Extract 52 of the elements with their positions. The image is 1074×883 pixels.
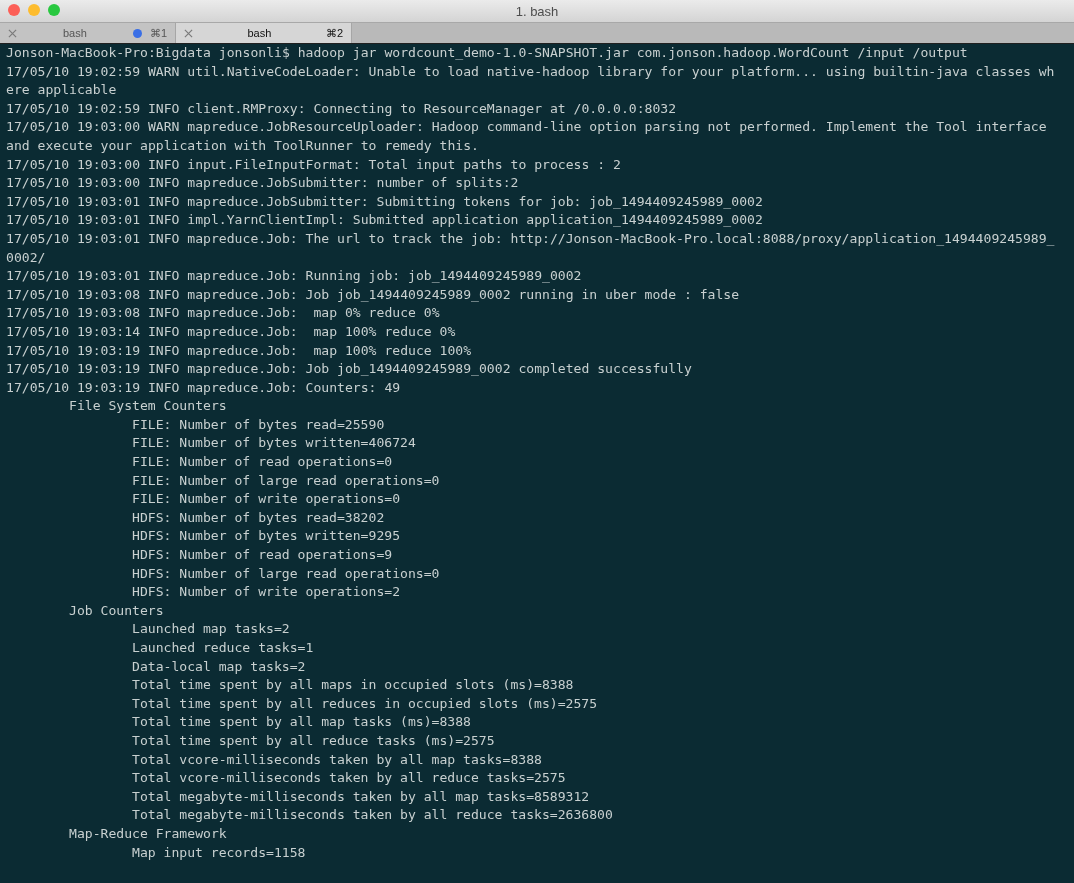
close-icon[interactable] — [184, 28, 193, 38]
counter-line: FILE: Number of write operations=0 — [132, 490, 401, 509]
counter-line: Data-local map tasks=2 — [132, 657, 306, 676]
counter-line: Total time spent by all maps in occupied slots (ms)=8388 — [132, 676, 574, 695]
output-line: and execute your application with ToolRunner to remedy this. — [6, 136, 479, 155]
counter-line: FILE: Number of large read operations=0 — [132, 471, 440, 490]
output-line: 17/05/10 19:03:01 INFO mapreduce.Job: The url to track the job: http://Jonson-MacBook-Pro.local:8088/proxy/application_1494409245989_ — [6, 229, 1055, 248]
output-line: 17/05/10 19:03:19 INFO mapreduce.Job: Counters: 49 — [6, 378, 401, 397]
output-line: 17/05/10 19:03:19 INFO mapreduce.Job: Job job_1494409245989_0002 completed successfully — [6, 360, 692, 379]
output-line: 17/05/10 19:03:01 INFO impl.YarnClientImpl: Submitted application application_1494409245989_0002 — [6, 211, 763, 230]
counter-line: Total vcore-milliseconds taken by all map tasks=8388 — [132, 750, 542, 769]
window-title: 1. bash — [515, 3, 559, 19]
counter-line: Total time spent by all reduces in occupied slots (ms)=2575 — [132, 694, 598, 713]
counter-line: Total megabyte-milliseconds taken by all reduce tasks=2636800 — [132, 806, 613, 825]
counter-group-title: Job Counters — [69, 601, 164, 620]
counter-line: FILE: Number of bytes read=25590 — [132, 415, 385, 434]
counter-line: HDFS: Number of write operations=2 — [132, 583, 401, 602]
output-line: 17/05/10 19:03:01 INFO mapreduce.JobSubmitter: Submitting tokens for job: job_1494409245989_0002 — [6, 192, 763, 211]
minimize-button[interactable] — [28, 4, 40, 16]
output-line: ere applicable — [6, 81, 117, 100]
output-line: 17/05/10 19:03:01 INFO mapreduce.Job: Running job: job_1494409245989_0002 — [6, 267, 582, 286]
counter-line: HDFS: Number of read operations=9 — [132, 546, 393, 565]
output-line: 17/05/10 19:03:00 WARN mapreduce.JobResourceUploader: Hadoop command-line option parsing not performed. Implement the Tool interface — [6, 118, 1047, 137]
output-line: 17/05/10 19:02:59 WARN util.NativeCodeLoader: Unable to load native-hadoop library for your platform... using builtin-java classes wh — [6, 62, 1055, 81]
close-button[interactable] — [8, 4, 20, 16]
counter-line: HDFS: Number of bytes read=38202 — [132, 508, 385, 527]
output-line: 17/05/10 19:03:00 INFO input.FileInputFormat: Total input paths to process : 2 — [6, 155, 621, 174]
output-line: 0002/ — [6, 248, 46, 267]
counter-line: HDFS: Number of large read operations=0 — [132, 564, 440, 583]
output-line: 17/05/10 19:02:59 INFO client.RMProxy: Connecting to ResourceManager at /0.0.0.0:8032 — [6, 99, 677, 118]
zoom-button[interactable] — [48, 4, 60, 16]
counter-line: Total vcore-milliseconds taken by all reduce tasks=2575 — [132, 769, 566, 788]
counter-line: FILE: Number of read operations=0 — [132, 453, 393, 472]
output-line: 17/05/10 19:03:08 INFO mapreduce.Job: Job job_1494409245989_0002 running in uber mode : false — [6, 285, 740, 304]
tab[interactable]: bash ⌘1 — [0, 23, 176, 43]
counter-line: FILE: Number of bytes written=406724 — [132, 434, 416, 453]
counter-line: Map input records=1158 — [132, 843, 306, 862]
tab[interactable]: bash ⌘2 — [176, 23, 352, 43]
output-line: 17/05/10 19:03:08 INFO mapreduce.Job: map 0% reduce 0% — [6, 304, 440, 323]
counter-line: HDFS: Number of bytes written=9295 — [132, 527, 401, 546]
counter-group-title: File System Counters — [69, 397, 227, 416]
counter-line: Total time spent by all map tasks (ms)=8388 — [132, 713, 471, 732]
counter-line: Total megabyte-milliseconds taken by all map tasks=8589312 — [132, 787, 590, 806]
output-line: 17/05/10 19:03:14 INFO mapreduce.Job: map 100% reduce 0% — [6, 322, 456, 341]
counter-line: Launched reduce tasks=1 — [132, 639, 314, 657]
counter-group-title: Map-Reduce Framework — [69, 824, 227, 843]
output-line: 17/05/10 19:03:00 INFO mapreduce.JobSubmitter: number of splits:2 — [6, 174, 519, 193]
counter-line: Launched map tasks=2 — [132, 620, 290, 639]
output-line: Jonson-MacBook-Pro:Bigdata jonsonli$ hadoop jar wordcount_demo-1.0-SNAPSHOT.jar com.jonson.hadoop.WordCount /input /output — [6, 44, 968, 62]
counter-line: Total time spent by all reduce tasks (ms)=2575 — [132, 731, 495, 750]
output-line: 17/05/10 19:03:19 INFO mapreduce.Job: map 100% reduce 100% — [6, 341, 472, 360]
close-icon[interactable] — [8, 28, 17, 38]
